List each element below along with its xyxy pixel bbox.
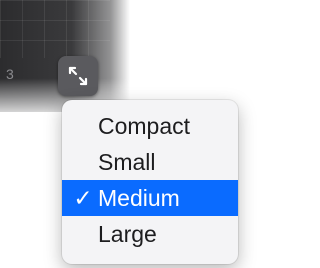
menu-item-label: Medium [98,185,180,211]
menu-item-large[interactable]: Large [62,216,238,252]
size-menu: Compact Small ✓ Medium Large [62,100,238,264]
menu-item-small[interactable]: Small [62,144,238,180]
resize-button[interactable] [58,56,98,96]
menu-item-label: Large [98,221,157,247]
menu-item-label: Small [98,149,156,175]
menu-item-label: Compact [98,113,191,139]
row-number-label: 3 [6,66,14,82]
table-grid [0,0,110,58]
menu-item-compact[interactable]: Compact [62,108,238,144]
expand-arrows-icon [68,66,88,86]
menu-item-medium[interactable]: ✓ Medium [62,180,238,216]
checkmark-icon: ✓ [73,185,93,211]
